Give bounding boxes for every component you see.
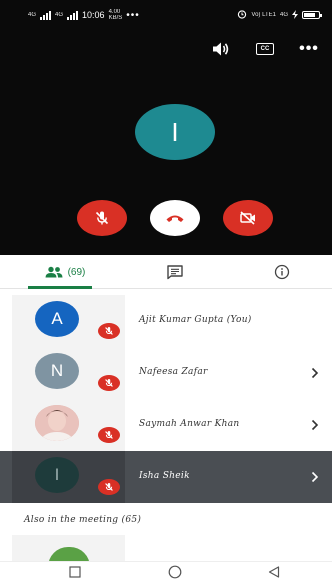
self-video-tile: I [135, 104, 215, 160]
participant-row[interactable]: Saymah Anwar Khan [0, 399, 332, 451]
avatar-initial: I [54, 465, 60, 484]
participant-name: Nafeesa Zafar [139, 367, 208, 377]
active-tab-indicator [28, 286, 92, 289]
participant-row[interactable]: N Nafeesa Zafar [0, 347, 332, 399]
end-call-button[interactable] [150, 200, 200, 236]
notification-dots: ••• [126, 9, 140, 21]
mic-off-icon [105, 482, 113, 491]
muted-badge [98, 323, 120, 339]
chevron-right-icon[interactable] [308, 468, 322, 486]
clock: 10:06 [82, 10, 105, 20]
muted-badge [98, 375, 120, 391]
network-label-3: 4G [279, 12, 288, 18]
mic-off-icon [105, 430, 113, 439]
network-label-2: 4G [55, 12, 64, 18]
participant-name: Saymah Anwar Khan [139, 419, 240, 429]
mic-off-icon [95, 211, 109, 225]
status-bar: 4G 4G 10:06 4.00 KB/S ••• Vo) LTE1 4G [0, 0, 332, 26]
people-count: (69) [67, 266, 86, 278]
captions-icon: CC [256, 43, 274, 55]
charging-icon [292, 9, 298, 21]
muted-badge [98, 479, 120, 495]
speaker-icon [213, 42, 229, 56]
recents-icon [69, 566, 81, 578]
mic-off-icon [105, 378, 113, 387]
avatar-photo [35, 405, 79, 441]
participant-name: Isha Sheik [139, 471, 190, 481]
network-label-1: 4G [28, 12, 37, 18]
self-avatar-initial: I [171, 116, 179, 147]
alarm-icon [237, 9, 247, 21]
data-speed: 4.00 KB/S [109, 9, 123, 21]
avatar-initial: N [50, 361, 64, 380]
home-icon [168, 565, 182, 579]
participant-row[interactable]: A Ajit Kumar Gupta (You) [0, 295, 332, 347]
captions-button[interactable]: CC [254, 38, 276, 60]
chevron-right-icon[interactable] [308, 416, 322, 434]
meet-call-screen: 4G 4G 10:06 4.00 KB/S ••• Vo) LTE1 4G CC… [0, 0, 332, 581]
back-button[interactable] [266, 565, 282, 579]
tab-chat[interactable] [150, 255, 200, 289]
camera-off-icon [240, 211, 255, 225]
microphone-toggle-button[interactable] [77, 200, 127, 236]
more-options-button[interactable]: ••• [298, 38, 320, 60]
avatar: A [35, 301, 79, 337]
avatar: N [35, 353, 79, 389]
tab-info[interactable] [262, 255, 302, 289]
participants-panel: (69) A Ajit Kumar Gupta (You) N Nafeesa … [0, 255, 332, 567]
panel-tabs: (69) [0, 255, 332, 289]
back-icon [268, 566, 280, 578]
recents-button[interactable] [67, 565, 83, 579]
battery-icon [302, 11, 322, 19]
info-icon [274, 264, 290, 280]
call-view: 4G 4G 10:06 4.00 KB/S ••• Vo) LTE1 4G CC… [0, 0, 332, 255]
people-icon [45, 266, 63, 278]
hang-up-icon [166, 215, 184, 222]
system-nav-bar [0, 561, 332, 581]
signal-icon [40, 10, 52, 20]
participant-name: Ajit Kumar Gupta (You) [139, 315, 252, 325]
call-controls [0, 200, 332, 236]
more-options-icon: ••• [299, 40, 319, 57]
muted-badge [98, 427, 120, 443]
participant-row-selected[interactable]: I Isha Sheik [0, 451, 332, 503]
signal-icon-2 [67, 10, 79, 20]
mic-off-icon [105, 326, 113, 335]
speaker-button[interactable] [210, 38, 232, 60]
avatar-initial: A [51, 309, 63, 328]
chat-icon [167, 265, 183, 280]
volte-label: Vo) LTE1 [251, 12, 276, 18]
profile-photo [35, 405, 79, 441]
home-button[interactable] [167, 565, 183, 579]
chevron-right-icon[interactable] [308, 364, 322, 382]
data-speed-unit: KB/S [108, 15, 123, 21]
call-top-actions: CC ••• [210, 38, 320, 60]
tab-people[interactable]: (69) [28, 255, 102, 289]
avatar: I [35, 457, 79, 493]
camera-toggle-button[interactable] [223, 200, 273, 236]
also-in-meeting-heading: Also in the meeting (65) [24, 515, 142, 525]
